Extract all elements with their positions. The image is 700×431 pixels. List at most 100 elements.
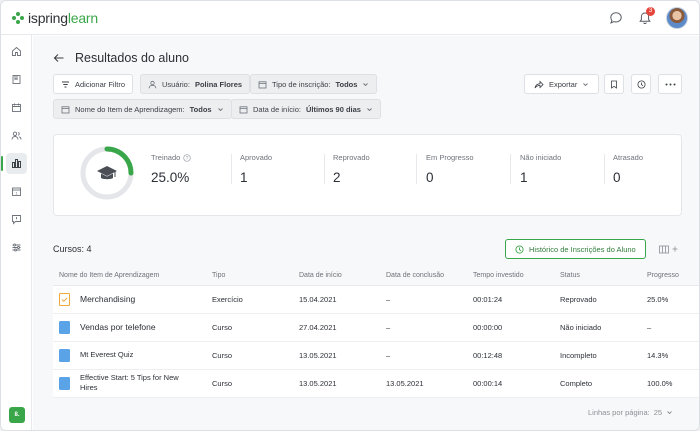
courses-table: Nome do Item de Aprendizagem Tipo Data d… bbox=[53, 266, 699, 398]
course-start-date: 13.05.2021 bbox=[293, 341, 380, 370]
sidebar-item-messages[interactable] bbox=[6, 209, 27, 230]
stat-failed-value: 2 bbox=[333, 170, 341, 185]
more-dots-icon bbox=[665, 83, 675, 85]
avatar[interactable] bbox=[666, 7, 688, 29]
stat-in-progress: Em Progresso 0 bbox=[426, 153, 474, 185]
stat-trained: Treinado ? 25.0% bbox=[151, 153, 191, 185]
course-status: Incompleto bbox=[554, 341, 641, 370]
book-icon bbox=[12, 75, 21, 84]
course-end-date: – bbox=[380, 313, 467, 342]
column-settings-button[interactable] bbox=[659, 243, 681, 255]
enrollment-history-button[interactable]: Histórico de Inscrições do Aluno bbox=[505, 239, 646, 259]
sidebar-item-users[interactable] bbox=[6, 125, 27, 146]
filter-icon bbox=[62, 81, 69, 87]
exercise-icon bbox=[59, 292, 70, 306]
sidebar-item-library[interactable] bbox=[6, 69, 27, 90]
app-window: ispringlearn 3 1 8. Resultados do aluno … bbox=[0, 0, 700, 431]
users-icon bbox=[11, 131, 22, 140]
course-type: Curso bbox=[206, 369, 293, 398]
table-row[interactable]: Merchandising Exercício 15.04.2021 – 00:… bbox=[53, 285, 699, 314]
course-type: Curso bbox=[206, 341, 293, 370]
svg-text:?: ? bbox=[186, 155, 189, 161]
calendar-icon bbox=[61, 105, 70, 113]
stats-card: Treinado ? 25.0% Aprovado 1 Reprovado 2 … bbox=[53, 134, 682, 216]
table-row[interactable]: Mt Everest Quiz Curso 13.05.2021 – 00:12… bbox=[53, 341, 699, 370]
stat-in-progress-value: 0 bbox=[426, 170, 434, 185]
logo[interactable]: ispringlearn bbox=[12, 10, 98, 26]
course-name[interactable]: Effective Start: 5 Tips for New Hires bbox=[80, 373, 190, 393]
stat-failed: Reprovado 2 bbox=[333, 153, 370, 185]
sidebar-item-home[interactable] bbox=[6, 41, 27, 62]
enrollment-type-filter-chip[interactable]: Tipo de inscrição: Todos bbox=[250, 74, 378, 94]
course-end-date: – bbox=[380, 341, 467, 370]
notification-badge: 3 bbox=[646, 7, 655, 16]
plus-icon bbox=[672, 246, 678, 252]
main-content: Resultados do aluno Adicionar Filtro Usu… bbox=[33, 36, 699, 430]
clock-icon bbox=[637, 80, 645, 88]
sidebar-item-events[interactable]: 1 bbox=[6, 181, 27, 202]
learning-item-label: Nome do Item de Aprendizagem: bbox=[75, 104, 185, 114]
logo-text: ispringlearn bbox=[28, 10, 98, 26]
add-filter-button[interactable]: Adicionar Filtro bbox=[53, 74, 134, 94]
divider bbox=[324, 154, 325, 184]
schedule-button[interactable] bbox=[631, 74, 651, 94]
course-name[interactable]: Merchandising bbox=[80, 294, 135, 304]
back-arrow-icon[interactable] bbox=[53, 52, 65, 64]
learning-item-filter-chip[interactable]: Nome do Item de Aprendizagem: Todos bbox=[53, 99, 232, 119]
column-header[interactable]: Data de início bbox=[293, 266, 380, 286]
table-row[interactable]: Effective Start: 5 Tips for New Hires Cu… bbox=[53, 369, 699, 398]
column-header[interactable]: Data de conclusão bbox=[380, 266, 467, 286]
chevron-down-icon bbox=[217, 107, 223, 111]
graduation-cap-icon bbox=[97, 166, 117, 180]
help-icon[interactable]: ? bbox=[183, 153, 191, 162]
sidebar-item-settings[interactable] bbox=[6, 237, 27, 258]
divider bbox=[416, 154, 417, 184]
column-header[interactable]: Tipo bbox=[206, 266, 293, 286]
sidebar-item-reports[interactable] bbox=[1, 153, 27, 174]
course-progress: – bbox=[641, 313, 699, 342]
sliders-icon bbox=[12, 243, 21, 252]
column-header[interactable]: Tempo investido bbox=[467, 266, 554, 286]
more-options-button[interactable] bbox=[658, 74, 682, 94]
chevron-down-icon bbox=[367, 107, 372, 111]
table-row[interactable]: Vendas por telefone Curso 27.04.2021 – 0… bbox=[53, 313, 699, 342]
stat-not-started-value: 1 bbox=[520, 170, 528, 185]
course-time-spent: 00:00:14 bbox=[467, 369, 554, 398]
chat-icon[interactable] bbox=[609, 11, 623, 25]
learning-item-value: Todos bbox=[189, 104, 212, 114]
course-time-spent: 00:12:48 bbox=[467, 341, 554, 370]
course-progress: 14.3% bbox=[641, 341, 699, 370]
top-bar: ispringlearn 3 bbox=[1, 1, 699, 35]
course-end-date: – bbox=[380, 285, 467, 314]
calendar-icon bbox=[12, 103, 21, 112]
chevron-down-icon bbox=[583, 82, 589, 86]
course-progress: 100.0% bbox=[641, 369, 699, 398]
divider bbox=[231, 154, 232, 184]
user-filter-label: Usuário: bbox=[162, 79, 190, 89]
add-filter-label: Adicionar Filtro bbox=[75, 79, 126, 89]
calendar-icon bbox=[239, 105, 248, 113]
stat-late: Atrasado 0 bbox=[613, 153, 643, 185]
column-header[interactable]: Status bbox=[554, 266, 641, 286]
column-header[interactable]: Nome do Item de Aprendizagem bbox=[53, 266, 206, 286]
divider bbox=[510, 154, 511, 184]
stat-late-label: Atrasado bbox=[613, 153, 644, 162]
user-account-button[interactable]: 8. bbox=[9, 407, 25, 423]
rows-per-page[interactable]: Linhas por página: 25 bbox=[588, 408, 673, 417]
course-time-spent: 00:00:00 bbox=[467, 313, 554, 342]
svg-text:1: 1 bbox=[15, 191, 18, 196]
stat-late-value: 0 bbox=[613, 170, 621, 185]
course-name[interactable]: Vendas por telefone bbox=[80, 322, 156, 332]
clock-icon bbox=[515, 244, 524, 254]
sidebar-item-calendar[interactable] bbox=[6, 97, 27, 118]
user-filter-chip[interactable]: Usuário: Polina Flores bbox=[140, 74, 251, 94]
stat-approved-value: 1 bbox=[240, 170, 248, 185]
stat-failed-label: Reprovado bbox=[333, 153, 370, 162]
title-row: Resultados do aluno bbox=[53, 51, 189, 65]
export-button[interactable]: Exportar bbox=[524, 74, 600, 94]
bookmark-button[interactable] bbox=[604, 74, 624, 94]
course-name[interactable]: Mt Everest Quiz bbox=[80, 350, 190, 360]
course-icon bbox=[59, 348, 70, 362]
start-date-filter-chip[interactable]: Data de início: Últimos 90 dias bbox=[231, 99, 381, 119]
column-header[interactable]: Progresso bbox=[641, 266, 699, 286]
